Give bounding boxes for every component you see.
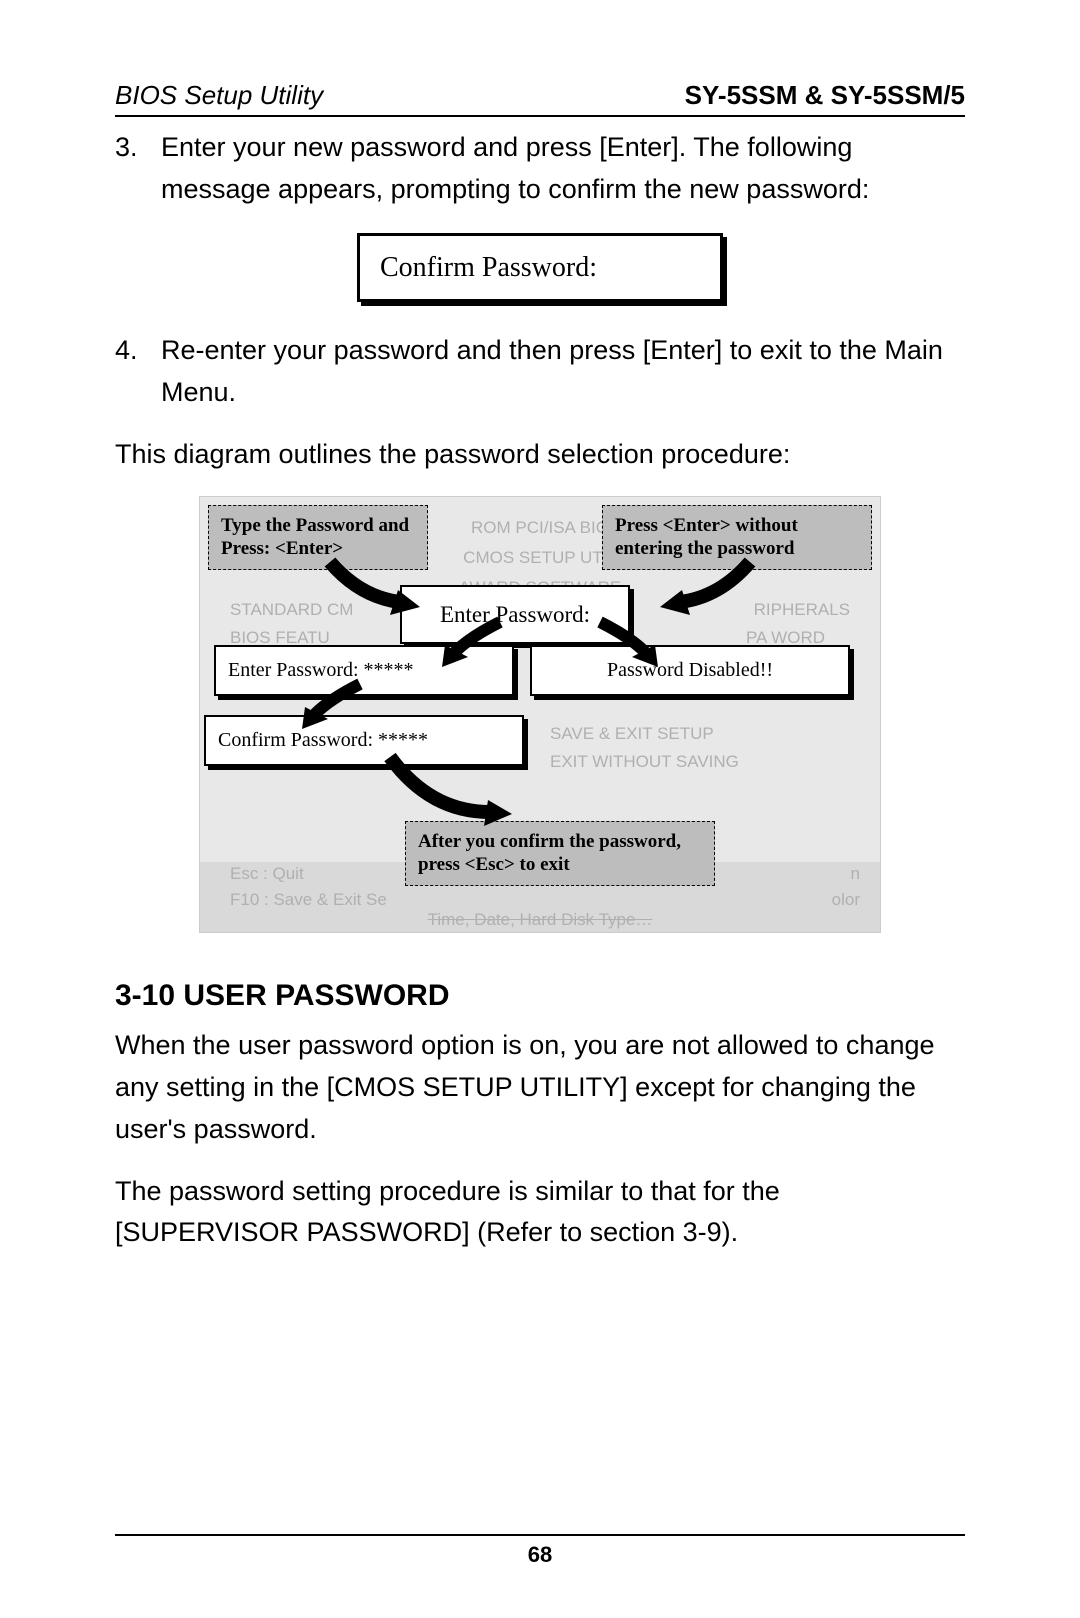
step-number: 3.	[115, 127, 161, 211]
password-diagram: ROM PCI/ISA BIO CMOS SETUP UTIL AWARD SO…	[199, 496, 881, 933]
step-4: 4. Re-enter your password and then press…	[115, 330, 965, 414]
header-right: SY-5SSM & SY-5SSM/5	[685, 80, 965, 111]
bios-menu-item: EXIT WITHOUT SAVING	[550, 749, 739, 775]
step-text: Re-enter your password and then press [E…	[161, 330, 965, 414]
confirm-password-box: Confirm Password:	[357, 233, 723, 302]
step-number: 4.	[115, 330, 161, 414]
step-text: Enter your new password and press [Enter…	[161, 127, 965, 211]
page-footer: 68	[115, 1534, 965, 1568]
body: 3. Enter your new password and press [En…	[115, 127, 965, 1254]
bios-footer-text: n	[851, 861, 860, 887]
diagram-intro: This diagram outlines the password selec…	[115, 434, 965, 476]
bios-menu-item: SAVE & EXIT SETUP	[550, 721, 714, 747]
arrow-icon	[440, 617, 520, 667]
bios-menu-item: RIPHERALS	[754, 597, 850, 623]
arrow-icon	[320, 557, 440, 617]
dialog-password-disabled: Password Disabled!!	[530, 645, 850, 696]
arrow-icon	[380, 752, 520, 832]
arrow-icon	[300, 679, 380, 729]
arrow-icon	[590, 617, 670, 667]
arrow-icon	[640, 557, 760, 617]
bios-footer-center: Time, Date, Hard Disk Type…	[200, 907, 880, 933]
bios-footer-text: Esc : Quit	[230, 861, 304, 887]
section-paragraph: When the user password option is on, you…	[115, 1025, 965, 1151]
footer-rule	[115, 1534, 965, 1536]
step-3: 3. Enter your new password and press [En…	[115, 127, 965, 211]
section-heading: 3-10 USER PASSWORD	[115, 973, 965, 1020]
page-number: 68	[115, 1542, 965, 1568]
section-paragraph: The password setting procedure is simila…	[115, 1171, 965, 1255]
header-left: BIOS Setup Utility	[115, 80, 323, 111]
page: BIOS Setup Utility SY-5SSM & SY-5SSM/5 3…	[0, 0, 1080, 1618]
page-header: BIOS Setup Utility SY-5SSM & SY-5SSM/5	[115, 80, 965, 117]
